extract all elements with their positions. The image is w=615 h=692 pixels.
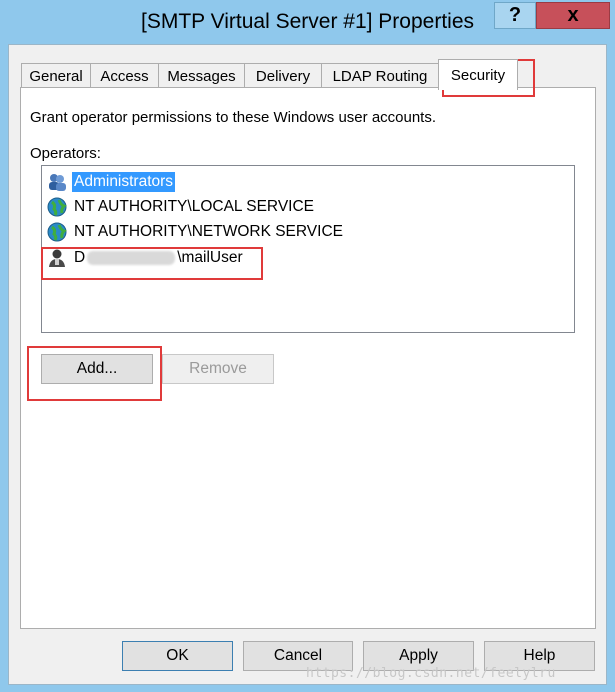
tab-label: General [29, 68, 83, 85]
group-icon [46, 171, 68, 193]
help-icon: ? [508, 4, 522, 26]
properties-dialog: [SMTP Virtual Server #1] Properties ? x … [0, 0, 615, 692]
close-icon: x [567, 4, 579, 26]
title-bar[interactable]: [SMTP Virtual Server #1] Properties ? x [0, 0, 615, 44]
tab-access[interactable]: Access [90, 63, 159, 89]
apply-button-label: Apply [399, 647, 438, 664]
redacted-domain [87, 250, 176, 265]
operator-name: NT AUTHORITY\LOCAL SERVICE [74, 198, 315, 215]
add-button-label: Add... [76, 360, 118, 377]
operator-item-mailuser[interactable]: D \mailUser [46, 246, 245, 270]
watermark-text: https://blog.csdn.net/feelylru [306, 666, 556, 681]
tab-ldap-routing[interactable]: LDAP Routing [321, 63, 439, 89]
tab-label: Access [100, 68, 149, 85]
add-button[interactable]: Add... [41, 354, 153, 384]
operator-name: NT AUTHORITY\NETWORK SERVICE [74, 223, 343, 240]
ok-button[interactable]: OK [122, 641, 233, 671]
tab-security[interactable]: Security [438, 59, 518, 90]
tab-label: Security [450, 66, 506, 84]
close-button[interactable]: x [536, 2, 610, 29]
globe-icon [46, 221, 68, 243]
user-icon [46, 247, 68, 269]
operators-label: Operators: [30, 145, 101, 162]
operator-item-local-service[interactable]: NT AUTHORITY\LOCAL SERVICE [46, 195, 316, 219]
tab-general[interactable]: General [21, 63, 91, 89]
remove-button-label: Remove [189, 360, 247, 377]
dialog-client-area: General Access Messages Delivery LDAP Ro… [8, 44, 607, 685]
cancel-button-label: Cancel [273, 647, 323, 664]
tab-delivery[interactable]: Delivery [244, 63, 322, 89]
tab-label: Delivery [255, 68, 311, 85]
operator-item-administrators[interactable]: Administrators [46, 170, 176, 194]
remove-button[interactable]: Remove [162, 354, 274, 384]
globe-icon [46, 196, 68, 218]
help-button-label: Help [523, 647, 556, 664]
help-title-button[interactable]: ? [494, 2, 536, 29]
tab-messages[interactable]: Messages [158, 63, 245, 89]
operator-item-network-service[interactable]: NT AUTHORITY\NETWORK SERVICE [46, 220, 345, 244]
operators-list[interactable]: Administrators NT AUTHORITY\LOCAL SERVIC… [41, 165, 575, 333]
operator-name: Administrators [72, 172, 176, 192]
tab-label: Messages [167, 68, 236, 85]
permissions-description: Grant operator permissions to these Wind… [30, 109, 437, 126]
ok-button-label: OK [166, 647, 189, 664]
tab-label: LDAP Routing [332, 68, 428, 85]
operator-name: D \mailUser [74, 249, 243, 266]
